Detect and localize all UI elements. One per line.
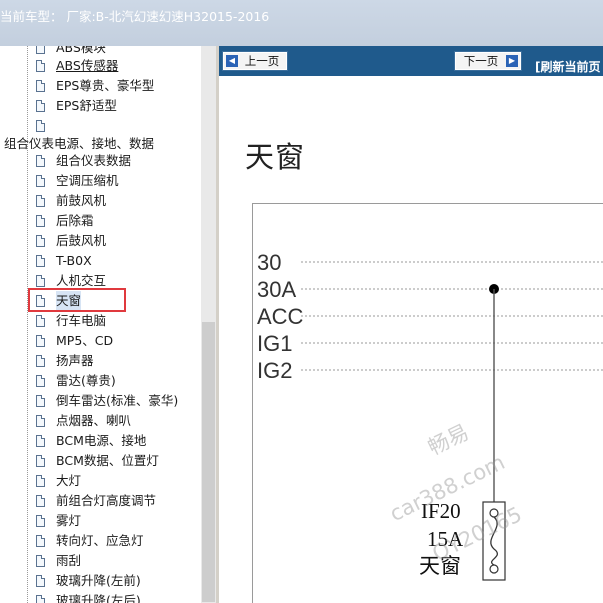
document-icon [36,255,45,267]
page-navigation-bar: ◀ 上一页 下一页 ▶ [刷新当前页 [219,46,603,76]
fuse-terminal-bottom [489,564,499,574]
document-icon [36,375,45,387]
document-icon [36,80,45,92]
rail-lines [301,261,603,371]
document-icon [36,60,45,72]
document-icon [36,455,45,467]
rail-label-acc: ACC [257,304,304,329]
window-titlebar: 当前车型： 厂家:B-北汽幻速幻速H32015-2016 [0,0,603,46]
document-icon [36,355,45,367]
rail-label-ig1: IG1 [257,331,292,356]
rail-label-30a: 30A [257,277,296,302]
document-icon [36,335,45,347]
document-icon [36,175,45,187]
document-icon [36,555,45,567]
next-page-button[interactable]: 下一页 ▶ [454,51,522,71]
tree-scrollbar[interactable] [201,46,216,603]
tree-guide-line [27,46,28,603]
rail-label-ig2: IG2 [257,358,292,383]
document-icon [36,235,45,247]
document-icon [36,155,45,167]
document-icon [36,315,45,327]
document-icon [36,435,45,447]
document-icon [36,120,45,132]
document-icon [36,195,45,207]
refresh-page-link[interactable]: [刷新当前页 [535,58,601,75]
document-icon [36,595,45,603]
page-title: 天窗 [245,140,306,174]
document-icon [36,415,45,427]
document-icon [36,475,45,487]
document-viewer: ◀ 上一页 下一页 ▶ [刷新当前页 天窗 30 30A ACC IG1 IG2 [219,46,603,603]
document-icon [36,100,45,112]
current-model-label: 当前车型： 厂家:B-北汽幻速幻速H32015-2016 [0,9,270,24]
document-icon [36,46,45,54]
power-rails: 30 30A ACC IG1 IG2 [257,250,304,383]
arrow-right-icon: ▶ [506,55,518,67]
selection-highlight-box [28,288,126,312]
wiring-diagram: 30 30A ACC IG1 IG2 IF20 15A 天窗 [252,203,603,603]
scrollbar-thumb[interactable] [202,322,215,602]
document-icon [36,275,45,287]
rail-label-30: 30 [257,250,281,275]
arrow-left-icon: ◀ [226,55,238,67]
prev-page-button[interactable]: ◀ 上一页 [222,51,288,71]
document-icon [36,515,45,527]
document-tree[interactable]: ABS模块 ABS传感器 EPS尊贵、豪华型 EPS舒适型 组合仪表电源、接地、… [0,46,201,603]
document-icon [36,495,45,507]
document-icon [36,395,45,407]
document-icon [36,535,45,547]
document-icon [36,215,45,227]
document-icon [36,575,45,587]
